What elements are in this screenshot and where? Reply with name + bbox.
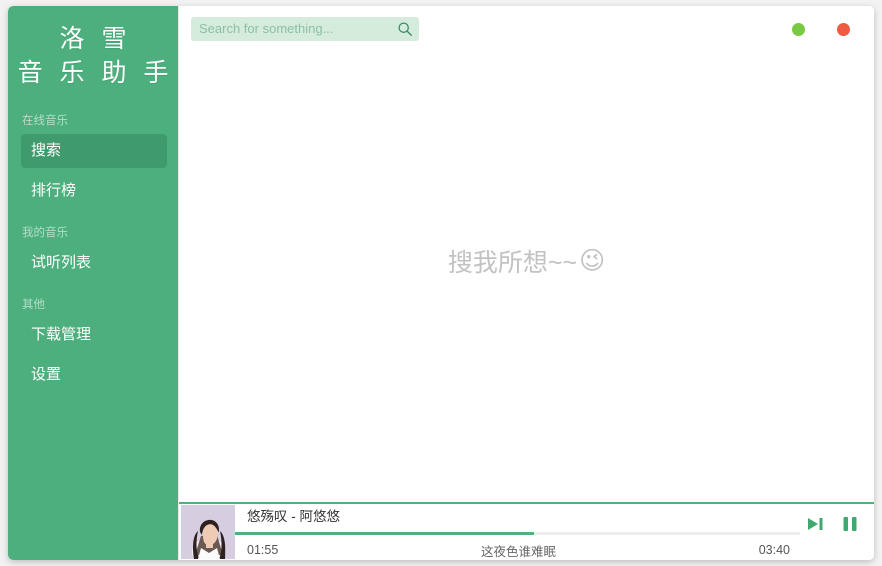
- lyric-line: 这夜色谁难眠: [480, 544, 556, 559]
- content-pane: 搜我所想~~ 😉 悠殇叹 - 阿悠悠: [178, 6, 874, 560]
- search-box[interactable]: [191, 17, 419, 41]
- player-bar: 悠殇叹 - 阿悠悠 01:55 这夜色谁难眠 03:40: [179, 502, 874, 560]
- sidebar-nav: 在线音乐 搜索 排行榜 我的音乐 试听列表 其他 下载管理 设置: [8, 112, 178, 392]
- player-controls: [800, 504, 874, 560]
- close-dot-icon[interactable]: [837, 22, 850, 36]
- player-info: 悠殇叹 - 阿悠悠 01:55 这夜色谁难眠 03:40: [235, 504, 800, 560]
- window-controls: [792, 22, 860, 36]
- sidebar-section-other: 其他: [22, 299, 45, 311]
- minimize-dot-icon[interactable]: [792, 22, 805, 36]
- search-icon[interactable]: [397, 21, 413, 37]
- sidebar-item-playlist[interactable]: 试听列表: [21, 246, 167, 280]
- pause-icon[interactable]: [840, 514, 860, 534]
- empty-state-hint: 搜我所想~~ 😉: [448, 243, 605, 279]
- skip-forward-icon[interactable]: [806, 514, 826, 534]
- total-time: 03:40: [758, 543, 790, 557]
- sidebar-item-settings[interactable]: 设置: [21, 358, 167, 392]
- search-input[interactable]: [199, 18, 389, 40]
- app-window: 洛 雪 音 乐 助 手 在线音乐 搜索 排行榜 我的音乐 试听列表 其他 下载管…: [8, 6, 874, 560]
- sidebar-item-downloads[interactable]: 下载管理: [21, 318, 167, 352]
- empty-state-text: 搜我所想~~: [447, 249, 578, 277]
- sidebar-section-online-music: 在线音乐: [22, 115, 68, 127]
- winking-face-emoji-icon: 😉: [579, 247, 606, 275]
- progress-bar-fill: [235, 532, 535, 535]
- brand-line-2: 音 乐 助 手: [17, 59, 174, 87]
- sidebar: 洛 雪 音 乐 助 手 在线音乐 搜索 排行榜 我的音乐 试听列表 其他 下载管…: [8, 6, 178, 560]
- sidebar-item-search[interactable]: 搜索: [21, 134, 167, 168]
- progress-bar[interactable]: [235, 532, 800, 535]
- player-track-title: 悠殇叹 - 阿悠悠: [247, 508, 340, 524]
- app-brand: 洛 雪 音 乐 助 手: [8, 6, 178, 90]
- main-content-area: 搜我所想~~ 😉: [179, 52, 874, 502]
- sidebar-section-my-music: 我的音乐: [22, 227, 68, 239]
- brand-line-1: 洛 雪: [59, 25, 132, 53]
- current-time: 01:55: [247, 543, 279, 557]
- sidebar-item-leaderboard[interactable]: 排行榜: [21, 174, 167, 208]
- album-art[interactable]: [181, 505, 235, 559]
- top-bar: [179, 6, 874, 52]
